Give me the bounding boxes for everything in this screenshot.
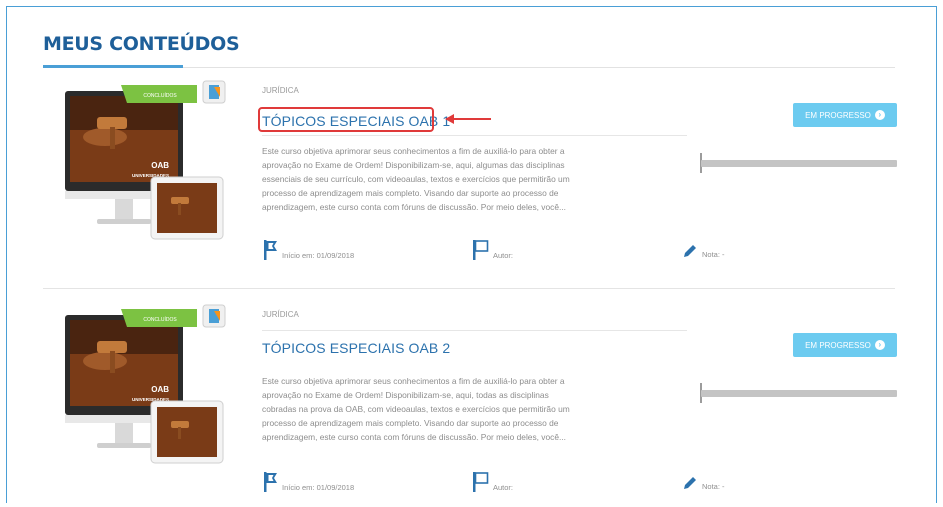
author-info: Autor:: [473, 240, 513, 260]
author-info: Autor:: [473, 472, 513, 492]
description-line: aprendizagem, este curso conta com fórun…: [262, 432, 566, 442]
description-line: essenciais de seu currículo, com videoau…: [262, 174, 570, 184]
title-divider: [262, 330, 687, 331]
status-button[interactable]: EM PROGRESSO ›: [793, 333, 897, 357]
pencil-icon: [684, 477, 696, 489]
status-ribbon: CONCLUÍDOS: [143, 316, 177, 323]
course-thumbnail[interactable]: OAB UNIVERSIDADES CONCLUÍDOS: [57, 73, 237, 253]
status-label: EM PROGRESSO: [805, 110, 871, 120]
author-text: Autor:: [493, 483, 514, 492]
title-divider: [262, 135, 687, 136]
pencil-icon: [684, 245, 696, 257]
title-accent-bar: [43, 65, 183, 68]
circle-arrow-icon: ›: [874, 340, 885, 350]
status-label: EM PROGRESSO: [805, 340, 871, 350]
title-highlight-box: [258, 107, 434, 132]
author-text: Autor:: [493, 251, 514, 260]
course-category: JURÍDICA: [262, 86, 299, 95]
circle-arrow-icon: ›: [874, 110, 885, 120]
start-date: Início em: 01/09/2018: [264, 472, 354, 492]
flag-icon: [264, 240, 277, 260]
grade-text: Nota: -: [702, 250, 725, 259]
status-ribbon: CONCLUÍDOS: [143, 92, 177, 99]
page-title: MEUS CONTEÚDOS: [43, 33, 240, 55]
thumb-caption: OAB: [151, 385, 169, 394]
description-line: Este curso objetiva aprimorar seus conhe…: [262, 376, 565, 386]
author-icon: [473, 240, 489, 260]
description-line: aprovação no Exame de Ordem! Disponibili…: [262, 160, 565, 170]
content-panel: MEUS CONTEÚDOS OAB UNIVERSIDADES CONCLUÍ…: [6, 6, 937, 503]
course-category: JURÍDICA: [262, 310, 299, 319]
grade-info: Nota: -: [682, 243, 725, 259]
card-divider: [43, 288, 895, 289]
progress-bar: [701, 160, 897, 167]
course-title-link[interactable]: TÓPICOS ESPECIAIS OAB 2: [262, 340, 450, 356]
description-line: aprendizagem, este curso conta com fórun…: [262, 202, 566, 212]
grade-text: Nota: -: [702, 482, 725, 491]
course-card: OAB UNIVERSIDADES CONCLUÍDOS JURÍDICA TÓ…: [7, 297, 938, 507]
course-description: Este curso objetiva aprimorar seus conhe…: [262, 374, 677, 444]
description-line: processo de aprendizagem mais completo. …: [262, 188, 559, 198]
start-date-text: Início em: 01/09/2018: [282, 251, 355, 260]
status-button[interactable]: EM PROGRESSO ›: [793, 103, 897, 127]
progress-bar: [701, 390, 897, 397]
flag-icon: [264, 472, 277, 492]
description-line: cobradas na prova da OAB, com videoaulas…: [262, 404, 570, 414]
author-icon: [473, 472, 489, 492]
course-description: Este curso objetiva aprimorar seus conhe…: [262, 144, 677, 214]
description-line: Este curso objetiva aprimorar seus conhe…: [262, 146, 565, 156]
grade-info: Nota: -: [682, 475, 725, 491]
description-line: aprovação no Exame de Ordem! Disponibili…: [262, 390, 549, 400]
arrow-icon: [445, 114, 491, 124]
start-date-text: Início em: 01/09/2018: [282, 483, 355, 492]
course-thumbnail[interactable]: OAB UNIVERSIDADES CONCLUÍDOS: [57, 297, 237, 477]
start-date: Início em: 01/09/2018: [264, 240, 354, 260]
description-line: processo de aprendizagem mais completo. …: [262, 418, 559, 428]
thumb-caption: OAB: [151, 161, 169, 170]
course-card: OAB UNIVERSIDADES CONCLUÍDOS JURÍDICA TÓ…: [7, 73, 938, 283]
